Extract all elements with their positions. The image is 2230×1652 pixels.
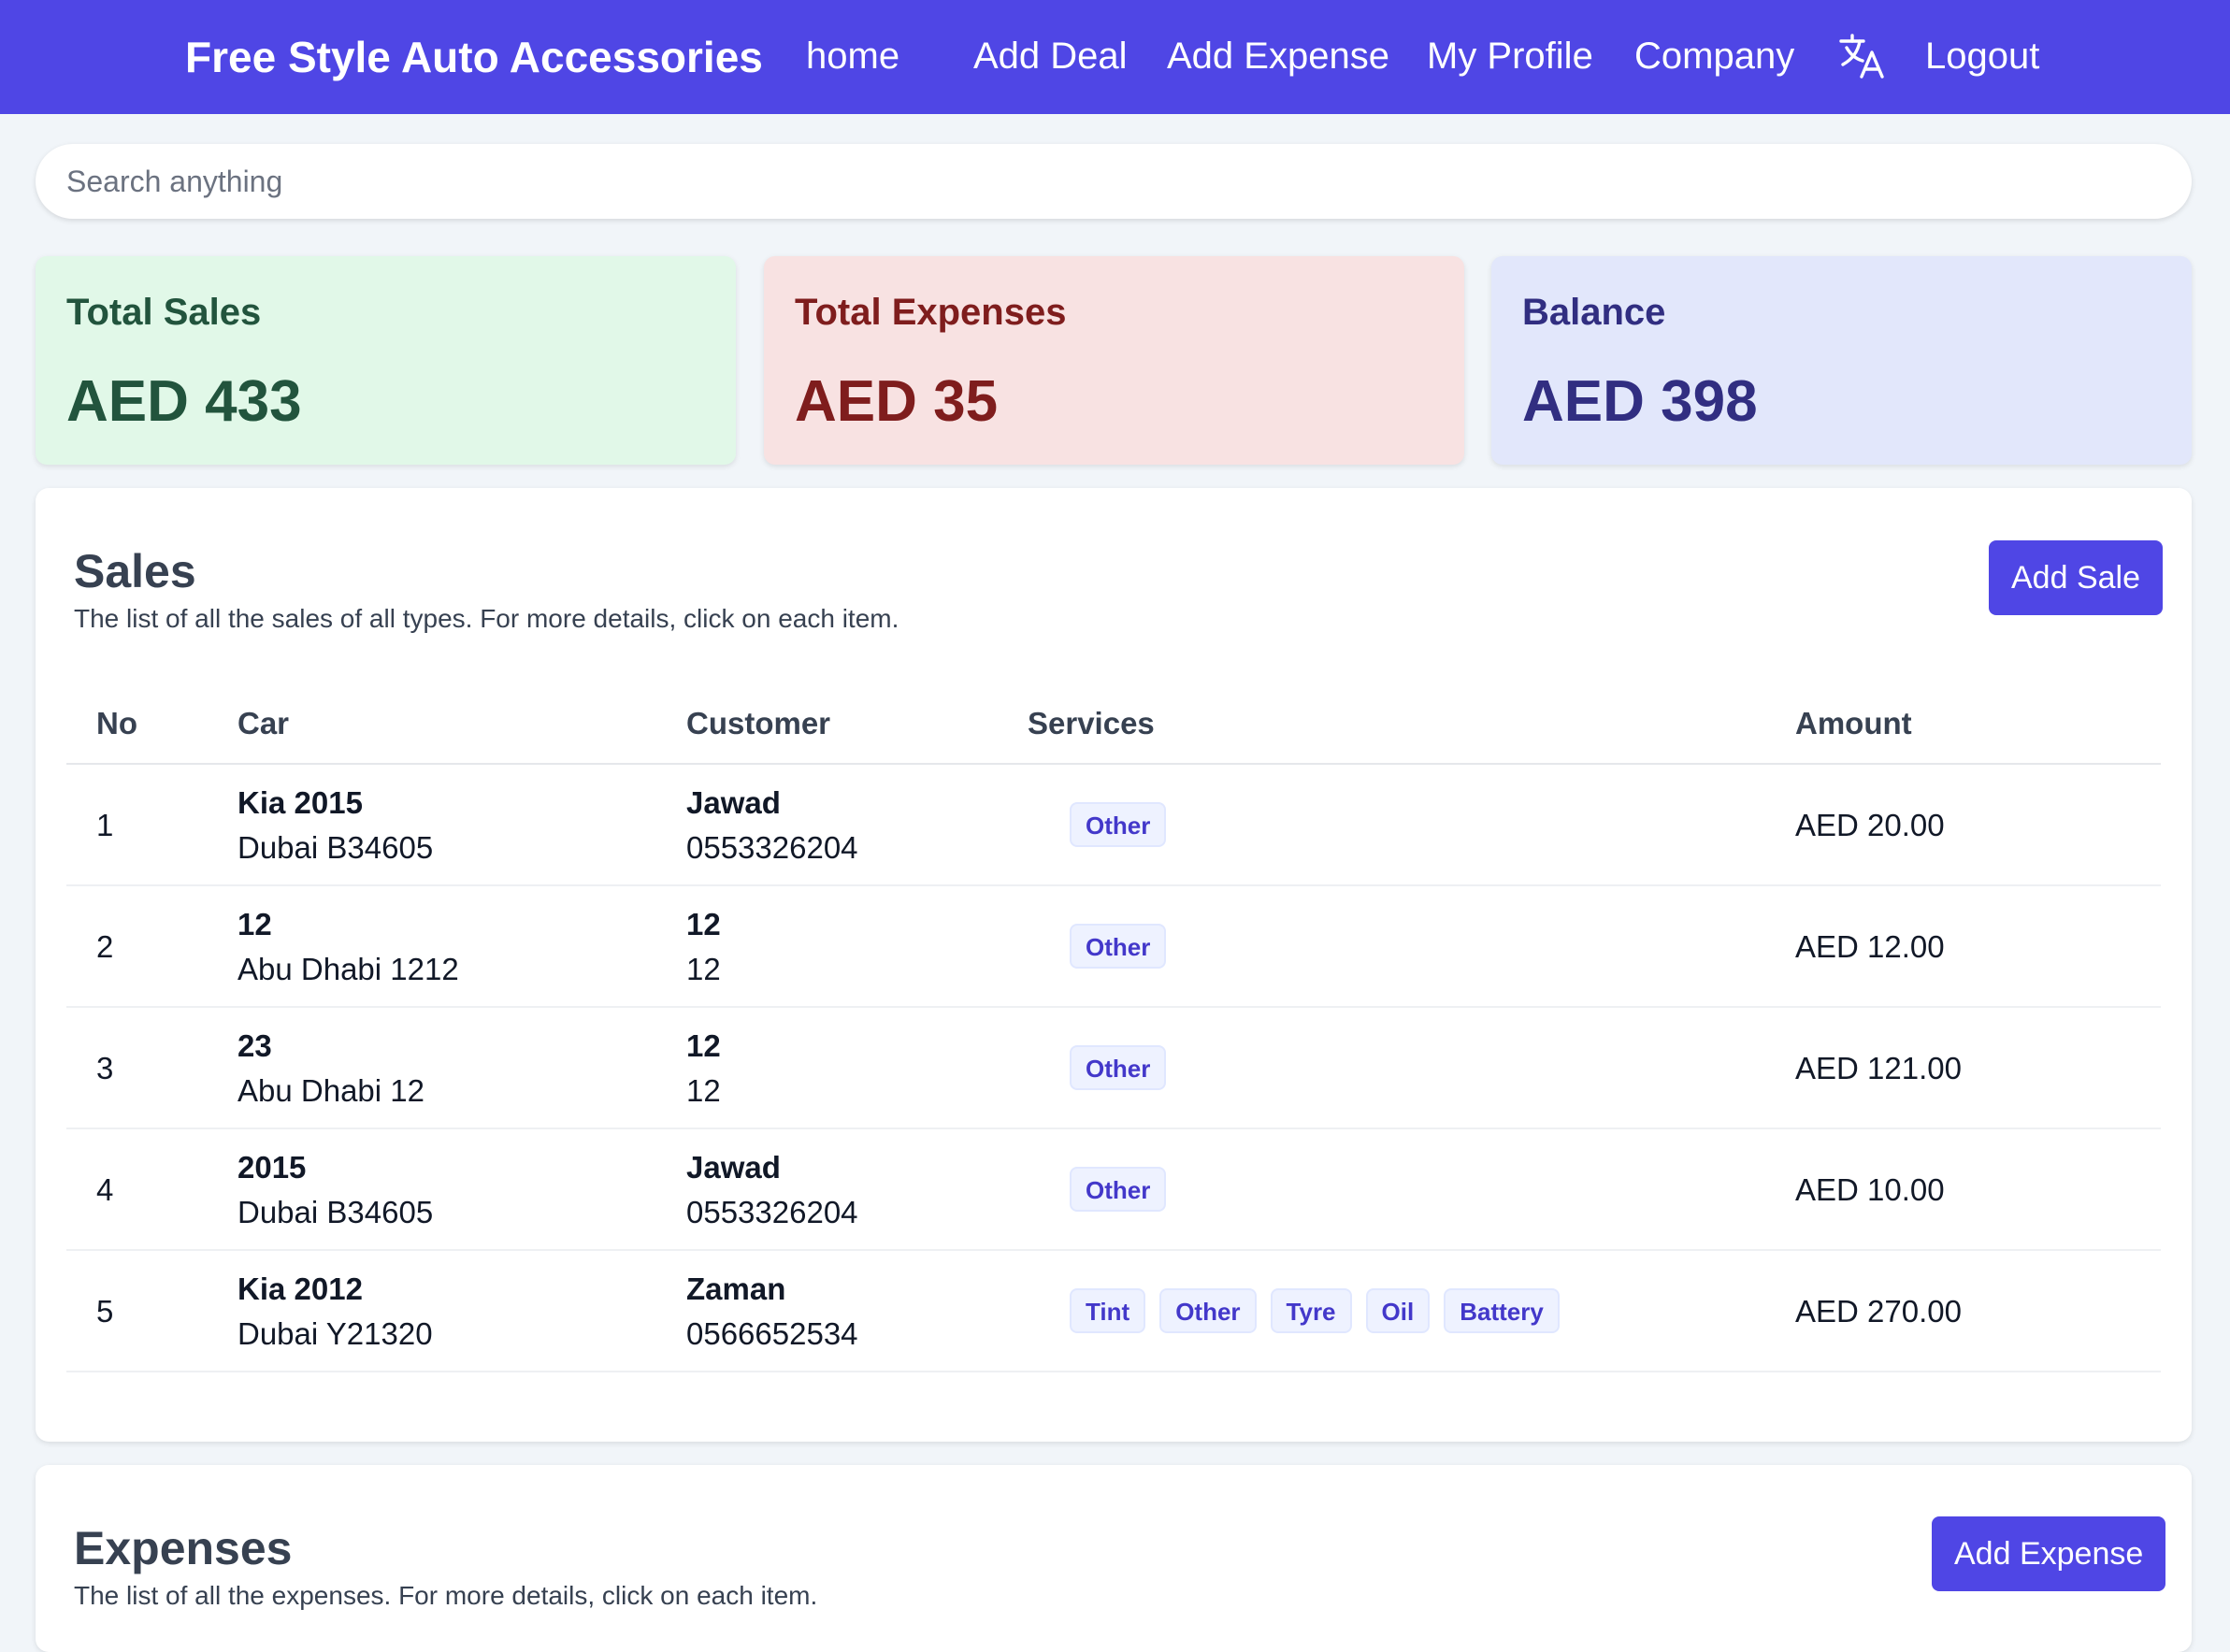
column-header-amount: Amount: [1795, 706, 1912, 740]
sale-amount: AED 121.00: [1795, 1051, 1962, 1085]
nav-logout[interactable]: Logout: [1925, 0, 2039, 114]
row-number: 5: [96, 1294, 114, 1329]
sales-title: Sales: [74, 545, 196, 597]
add-expense-button[interactable]: Add Expense: [1932, 1516, 2166, 1591]
table-row[interactable]: 5 Kia 2012 Dubai Y21320 Zaman 0566652534…: [66, 1251, 2161, 1372]
customer-name: Jawad: [686, 785, 781, 820]
services-list: Other: [1070, 1167, 1180, 1212]
car-name: 23: [237, 1028, 272, 1063]
sale-amount: AED 20.00: [1795, 808, 1945, 842]
row-number: 2: [96, 929, 114, 964]
balance-card: Balance AED 398: [1491, 256, 2192, 465]
customer-phone: 0553326204: [686, 830, 858, 865]
nav-add-expense[interactable]: Add Expense: [1167, 0, 1389, 114]
column-header-services: Services: [1028, 706, 1155, 740]
services-list: Tint Other Tyre Oil Battery: [1070, 1288, 1574, 1333]
nav-company[interactable]: Company: [1634, 0, 1794, 114]
table-row[interactable]: 4 2015 Dubai B34605 Jawad 0553326204 Oth…: [66, 1129, 2161, 1251]
table-row[interactable]: 1 Kia 2015 Dubai B34605 Jawad 0553326204…: [66, 765, 2161, 886]
car-plate: Dubai B34605: [237, 830, 434, 865]
expenses-subtitle: The list of all the expenses. For more d…: [74, 1581, 818, 1610]
row-number: 1: [96, 808, 114, 842]
translate-icon[interactable]: [1836, 30, 1889, 82]
car-name: 12: [237, 907, 272, 941]
row-number: 3: [96, 1051, 114, 1085]
top-navbar: Free Style Auto Accessories home Add Dea…: [0, 0, 2230, 114]
sale-amount: AED 270.00: [1795, 1294, 1962, 1329]
search-input[interactable]: [36, 144, 2192, 219]
table-row[interactable]: 2 12 Abu Dhabi 1212 12 12 Other AED 12.0…: [66, 886, 2161, 1008]
total-sales-card: Total Sales AED 433: [36, 256, 736, 465]
sale-amount: AED 12.00: [1795, 929, 1945, 964]
column-header-customer: Customer: [686, 706, 831, 740]
nav-add-deal[interactable]: Add Deal: [973, 0, 1128, 114]
add-sale-button[interactable]: Add Sale: [1989, 540, 2163, 615]
row-number: 4: [96, 1172, 114, 1207]
customer-phone: 12: [686, 1073, 721, 1108]
car-plate: Abu Dhabi 1212: [237, 952, 459, 986]
card-value: AED 433: [66, 369, 302, 434]
sale-amount: AED 10.00: [1795, 1172, 1945, 1207]
service-badge-other: Other: [1159, 1288, 1257, 1333]
service-badge: Other: [1070, 802, 1167, 847]
car-plate: Abu Dhabi 12: [237, 1073, 424, 1108]
column-header-car: Car: [237, 706, 290, 740]
service-badge: Other: [1070, 924, 1167, 969]
car-name: Kia 2012: [237, 1271, 363, 1306]
services-list: Other: [1070, 802, 1180, 847]
expenses-title: Expenses: [74, 1522, 293, 1574]
customer-phone: 0553326204: [686, 1195, 858, 1229]
card-value: AED 35: [795, 369, 999, 434]
service-badge: Other: [1070, 1045, 1167, 1090]
expenses-panel: Expenses The list of all the expenses. F…: [36, 1465, 2192, 1652]
services-list: Other: [1070, 1045, 1180, 1090]
car-name: Kia 2015: [237, 785, 363, 820]
car-plate: Dubai B34605: [237, 1195, 434, 1229]
service-badge-battery: Battery: [1444, 1288, 1560, 1333]
customer-name: Zaman: [686, 1271, 786, 1306]
column-header-no: No: [96, 706, 137, 740]
table-row[interactable]: 3 23 Abu Dhabi 12 12 12 Other AED 121.00: [66, 1008, 2161, 1129]
car-plate: Dubai Y21320: [237, 1316, 433, 1351]
nav-my-profile[interactable]: My Profile: [1427, 0, 1593, 114]
customer-phone: 0566652534: [686, 1316, 858, 1351]
sales-panel: Sales The list of all the sales of all t…: [36, 488, 2192, 1442]
card-label: Balance: [1522, 292, 1666, 333]
service-badge-tint: Tint: [1070, 1288, 1146, 1333]
car-name: 2015: [237, 1150, 307, 1185]
customer-name: Jawad: [686, 1150, 781, 1185]
card-label: Total Expenses: [795, 292, 1067, 333]
brand-title[interactable]: Free Style Auto Accessories: [185, 0, 763, 114]
total-expenses-card: Total Expenses AED 35: [764, 256, 1464, 465]
card-value: AED 398: [1522, 369, 1758, 434]
card-label: Total Sales: [66, 292, 262, 333]
customer-name: 12: [686, 1028, 721, 1063]
services-list: Other: [1070, 924, 1180, 969]
service-badge-oil: Oil: [1365, 1288, 1431, 1333]
sales-subtitle: The list of all the sales of all types. …: [74, 604, 899, 633]
service-badge-tyre: Tyre: [1270, 1288, 1352, 1333]
service-badge: Other: [1070, 1167, 1167, 1212]
customer-phone: 12: [686, 952, 721, 986]
customer-name: 12: [686, 907, 721, 941]
nav-home[interactable]: home: [806, 0, 899, 114]
